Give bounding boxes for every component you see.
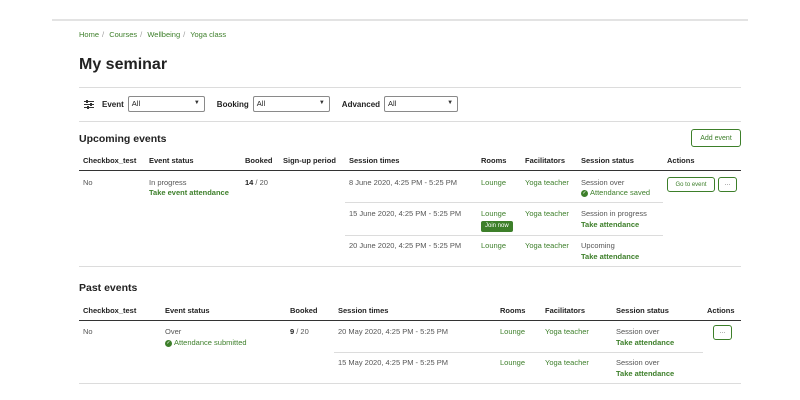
col-checkbox-test: Checkbox_test: [83, 306, 137, 315]
caret-down-icon: ▼: [193, 100, 200, 106]
session-divider: [345, 202, 663, 203]
event-filter-select[interactable]: All ▼: [127, 96, 205, 112]
col-actions: Actions: [667, 156, 695, 165]
booked-count: 14 / 20: [245, 178, 268, 187]
event-filter-label: Event: [102, 99, 124, 109]
breadcrumb-courses[interactable]: Courses: [109, 30, 137, 39]
advanced-filter-label: Advanced: [341, 99, 381, 109]
col-booked: Booked: [245, 156, 273, 165]
header-rule: [79, 320, 741, 321]
col-booked: Booked: [290, 306, 318, 315]
page-title: My seminar: [79, 56, 168, 73]
session-status: Upcoming: [581, 241, 615, 250]
advanced-filter-select[interactable]: All ▼: [384, 96, 459, 112]
col-event-status: Event status: [165, 306, 210, 315]
take-attendance-link[interactable]: Take attendance: [616, 337, 674, 348]
session-time: 8 June 2020, 4:25 PM - 5:25 PM: [349, 178, 457, 187]
take-attendance-link[interactable]: Take attendance: [616, 368, 674, 379]
col-session-times: Session times: [338, 306, 389, 315]
check-circle-icon: ✓: [165, 339, 172, 347]
session-divider: [334, 352, 703, 353]
booking-filter-select[interactable]: All ▼: [252, 96, 330, 112]
header-rule: [79, 170, 741, 171]
event-status: Over: [165, 327, 182, 336]
session-time: 20 May 2020, 4:25 PM - 5:25 PM: [338, 327, 449, 336]
breadcrumb-wellbeing[interactable]: Wellbeing: [147, 30, 180, 39]
go-to-event-button[interactable]: Go to event: [667, 177, 715, 192]
facilitator-link[interactable]: Yoga teacher: [525, 177, 569, 188]
col-checkbox-test: Checkbox_test: [83, 156, 137, 165]
check-circle-icon: ✓: [581, 189, 588, 197]
filter-bar: Event All ▼ Booking All ▼ Advanced All ▼: [84, 95, 470, 113]
attendance-saved-status: ✓ Attendance saved: [581, 188, 651, 197]
room-link[interactable]: Lounge: [500, 326, 525, 337]
col-signup-period: Sign-up period: [283, 156, 336, 165]
session-divider: [345, 235, 663, 236]
add-event-button[interactable]: Add event: [691, 129, 741, 147]
session-status: Session over: [616, 327, 660, 336]
take-attendance-link[interactable]: Take attendance: [581, 219, 639, 230]
facilitator-link[interactable]: Yoga teacher: [525, 240, 569, 251]
breadcrumb-home[interactable]: Home: [79, 30, 99, 39]
booked-count: 9 / 20: [290, 327, 309, 336]
session-status: Session over: [616, 358, 660, 367]
col-session-status: Session status: [616, 306, 669, 315]
row-divider: [79, 266, 741, 267]
join-now-badge[interactable]: Join now: [481, 219, 513, 232]
breadcrumb-yoga-class[interactable]: Yoga class: [190, 30, 226, 39]
row-divider: [79, 383, 741, 384]
session-time: 20 June 2020, 4:25 PM - 5:25 PM: [349, 241, 462, 250]
col-session-status: Session status: [581, 156, 634, 165]
caret-down-icon: ▼: [318, 100, 325, 106]
divider: [79, 87, 741, 88]
breadcrumb: Home / Courses / Wellbeing / Yoga class: [79, 30, 227, 39]
col-session-times: Session times: [349, 156, 400, 165]
session-time: 15 May 2020, 4:25 PM - 5:25 PM: [338, 358, 449, 367]
sliders-icon[interactable]: [84, 99, 94, 109]
checkbox-value: No: [83, 178, 93, 187]
col-facilitators: Facilitators: [525, 156, 566, 165]
checkbox-value: No: [83, 327, 93, 336]
session-status: Session in progress: [581, 209, 647, 218]
col-actions: Actions: [707, 306, 735, 315]
top-divider: [52, 19, 748, 21]
facilitator-link[interactable]: Yoga teacher: [545, 357, 589, 368]
take-attendance-link[interactable]: Take attendance: [581, 251, 639, 262]
room-link[interactable]: Lounge: [481, 208, 506, 219]
room-link[interactable]: Lounge: [481, 240, 506, 251]
col-rooms: Rooms: [481, 156, 507, 165]
col-rooms: Rooms: [500, 306, 526, 315]
take-event-attendance-link[interactable]: Take event attendance: [149, 187, 229, 198]
room-link[interactable]: Lounge: [500, 357, 525, 368]
more-actions-button[interactable]: ···: [713, 325, 732, 340]
caret-down-icon: ▼: [447, 100, 454, 106]
attendance-submitted-status: ✓ Attendance submitted: [165, 338, 247, 347]
upcoming-events-title: Upcoming events: [79, 133, 167, 145]
session-time: 15 June 2020, 4:25 PM - 5:25 PM: [349, 209, 462, 218]
col-event-status: Event status: [149, 156, 194, 165]
room-link[interactable]: Lounge: [481, 177, 506, 188]
facilitator-link[interactable]: Yoga teacher: [545, 326, 589, 337]
col-facilitators: Facilitators: [545, 306, 586, 315]
divider: [79, 121, 741, 122]
more-actions-button[interactable]: ···: [718, 177, 737, 192]
past-events-title: Past events: [79, 282, 138, 294]
facilitator-link[interactable]: Yoga teacher: [525, 208, 569, 219]
booking-filter-label: Booking: [216, 99, 249, 109]
